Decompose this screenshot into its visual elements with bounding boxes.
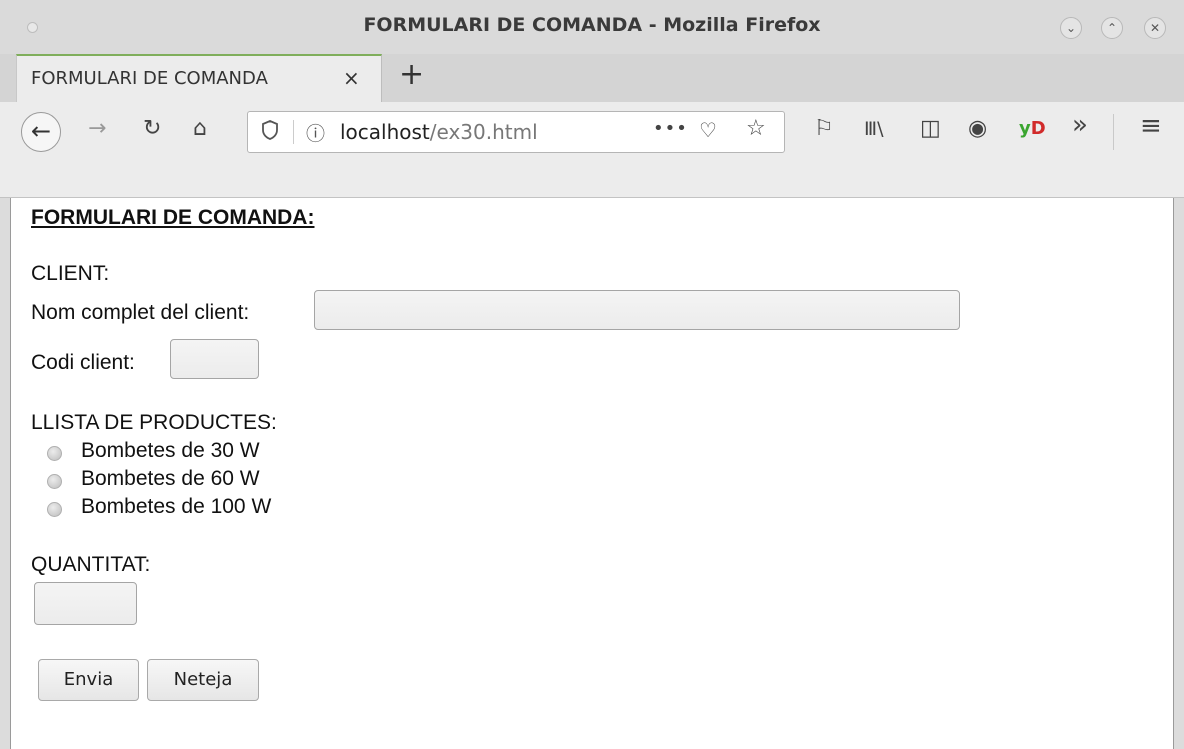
forward-button[interactable]: → [88, 116, 106, 142]
yd-extension-icon[interactable]: yD [1019, 118, 1046, 139]
url-path: /ex30.html [429, 120, 538, 144]
tab-close-icon[interactable]: × [343, 66, 360, 90]
pocket-icon[interactable]: ♡ [699, 118, 717, 142]
product-label-100w: Bombetes de 100 W [81, 495, 272, 518]
url-separator [293, 120, 294, 144]
page-title: FORMULARI DE COMANDA: [31, 206, 315, 229]
url-text[interactable]: localhost/ex30.html [340, 120, 538, 144]
toolbar-separator [1113, 114, 1114, 150]
product-label-60w: Bombetes de 60 W [81, 467, 260, 490]
tab-label: FORMULARI DE COMANDA [31, 68, 268, 89]
bookmark-star-icon[interactable]: ☆ [746, 116, 766, 141]
hamburger-menu-icon[interactable]: ≡ [1140, 113, 1162, 139]
close-window-button[interactable]: ✕ [1144, 17, 1166, 39]
product-radio-100w[interactable] [47, 502, 62, 517]
bookmarks-toolbar-icon[interactable]: ⚐ [814, 116, 834, 142]
window-titlebar: FORMULARI DE COMANDA - Mozilla Firefox ⌄… [0, 0, 1184, 54]
url-host: localhost [340, 120, 430, 144]
client-section-label: CLIENT: [31, 262, 110, 285]
minimize-button[interactable]: ⌄ [1060, 17, 1082, 39]
overflow-menu-icon[interactable]: » [1072, 112, 1088, 138]
home-button[interactable]: ⌂ [193, 116, 207, 142]
navigation-toolbar: ← → ↻ ⌂ ⓘ localhost/ex30.html ••• ♡ ☆ ⚐ … [0, 102, 1184, 198]
tab-formulari[interactable]: FORMULARI DE COMANDA × [16, 54, 382, 102]
product-radio-60w[interactable] [47, 474, 62, 489]
account-icon[interactable]: ◉ [968, 116, 987, 142]
maximize-button[interactable]: ⌃ [1101, 17, 1123, 39]
client-name-input[interactable] [314, 290, 960, 330]
tracking-shield-icon[interactable] [262, 120, 278, 145]
quantity-section-label: QUANTITAT: [31, 553, 151, 576]
window-title: FORMULARI DE COMANDA - Mozilla Firefox [363, 14, 821, 36]
client-name-label: Nom complet del client: [31, 301, 250, 324]
back-button[interactable]: ← [21, 112, 61, 152]
new-tab-button[interactable]: + [399, 60, 424, 90]
submit-button[interactable]: Envia [38, 659, 139, 701]
site-info-icon[interactable]: ⓘ [306, 119, 325, 146]
product-label-30w: Bombetes de 30 W [81, 439, 260, 462]
page-actions-icon[interactable]: ••• [653, 118, 688, 139]
url-bar[interactable]: ⓘ localhost/ex30.html ••• ♡ ☆ [247, 111, 785, 153]
tab-strip: FORMULARI DE COMANDA × + [0, 54, 1184, 102]
client-code-input[interactable] [170, 339, 259, 379]
product-radio-30w[interactable] [47, 446, 62, 461]
quantity-input[interactable] [34, 582, 137, 625]
reset-button[interactable]: Neteja [147, 659, 259, 701]
library-icon[interactable]: Ⅲ\ [864, 116, 884, 142]
products-section-label: LLISTA DE PRODUCTES: [31, 411, 277, 434]
reload-button[interactable]: ↻ [143, 116, 161, 142]
page-content: FORMULARI DE COMANDA: CLIENT: Nom comple… [10, 198, 1174, 749]
sidebar-icon[interactable]: ◫ [920, 116, 941, 142]
client-code-label: Codi client: [31, 351, 135, 374]
